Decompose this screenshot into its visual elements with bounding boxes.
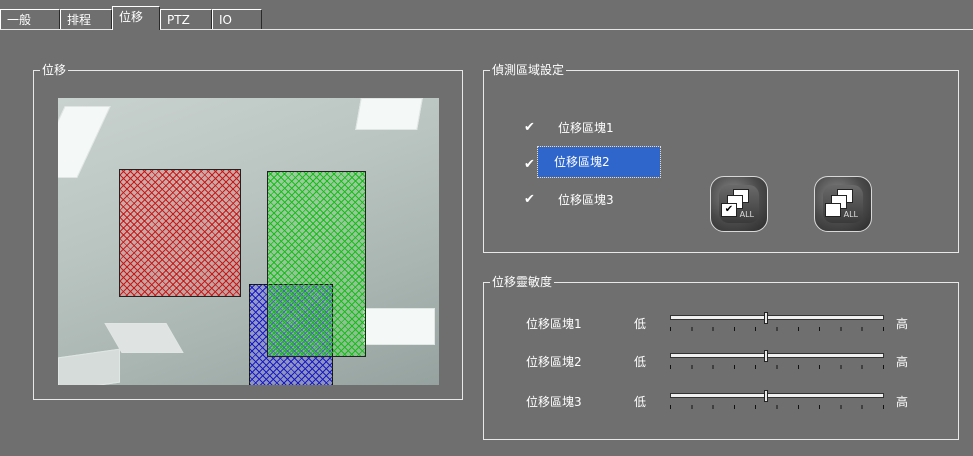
ceiling-light [355, 98, 423, 130]
tab-bar: 一般 排程 位移 PTZ IO [0, 6, 973, 30]
low-label: 低 [634, 395, 647, 409]
motion-group-title: 位移 [40, 63, 69, 77]
select-all-label: ALL [739, 210, 754, 219]
tab-ptz[interactable]: PTZ [160, 9, 212, 29]
sensitivity-row-1: 位移區塊1 低 高 [484, 312, 972, 333]
sensitivity-label-3: 位移區塊3 [526, 395, 582, 409]
motion-group: 位移 [33, 63, 463, 400]
high-label: 高 [896, 395, 909, 409]
deselect-all-label: ALL [843, 210, 858, 219]
region-label-3: 位移區塊3 [558, 193, 614, 207]
tab-io[interactable]: IO [212, 9, 262, 29]
ceiling-light [58, 106, 111, 178]
select-all-icon: ✔ ALL [719, 185, 759, 223]
checkbox-2[interactable]: ✔ [524, 158, 538, 172]
ceiling-light [363, 308, 435, 345]
sensitivity-label-2: 位移區塊2 [526, 355, 582, 369]
high-label: 高 [896, 355, 909, 369]
detection-region-group: 偵測區域設定 ✔ 位移區塊1 ✔ 位移區塊2 ✔ 位移區塊3 ✔ ALL ALL [483, 63, 959, 253]
sensitivity-group: 位移靈敏度 位移區塊1 低 高 位移區塊2 低 高 位移區塊3 低 高 [483, 275, 959, 440]
region-label-1: 位移區塊1 [558, 121, 614, 135]
slider-thumb[interactable] [764, 312, 768, 324]
low-label: 低 [634, 355, 647, 369]
ceiling-light [58, 348, 120, 385]
tab-schedule[interactable]: 排程 [60, 9, 112, 29]
high-label: 高 [896, 317, 909, 331]
slider-thumb[interactable] [764, 390, 768, 402]
deselect-all-icon: ALL [823, 185, 863, 223]
checkbox-1[interactable]: ✔ [524, 121, 538, 135]
sensitivity-row-2: 位移區塊2 低 高 [484, 350, 972, 371]
deselect-all-button[interactable]: ALL [814, 176, 872, 232]
checkbox-3[interactable]: ✔ [524, 193, 538, 207]
check-icon: ✔ [721, 203, 737, 217]
sensitivity-slider-3[interactable] [670, 390, 884, 402]
tab-general[interactable]: 一般 [0, 9, 60, 29]
slider-ticks [670, 405, 884, 409]
slider-ticks [670, 327, 884, 331]
region-label-2: 位移區塊2 [537, 146, 661, 178]
sensitivity-group-title: 位移靈敏度 [490, 275, 555, 289]
slider-thumb[interactable] [764, 350, 768, 362]
select-all-button[interactable]: ✔ ALL [710, 176, 768, 232]
slider-ticks [670, 365, 884, 369]
detection-group-title: 偵測區域設定 [490, 63, 567, 77]
sensitivity-slider-1[interactable] [670, 312, 884, 324]
motion-region-3-outline [249, 284, 333, 385]
camera-preview[interactable] [58, 98, 439, 385]
tab-motion[interactable]: 位移 [112, 6, 160, 30]
sensitivity-label-1: 位移區塊1 [526, 317, 582, 331]
low-label: 低 [634, 317, 647, 331]
sensitivity-row-3: 位移區塊3 低 高 [484, 390, 972, 411]
sensitivity-slider-2[interactable] [670, 350, 884, 362]
motion-region-1[interactable] [119, 169, 241, 297]
